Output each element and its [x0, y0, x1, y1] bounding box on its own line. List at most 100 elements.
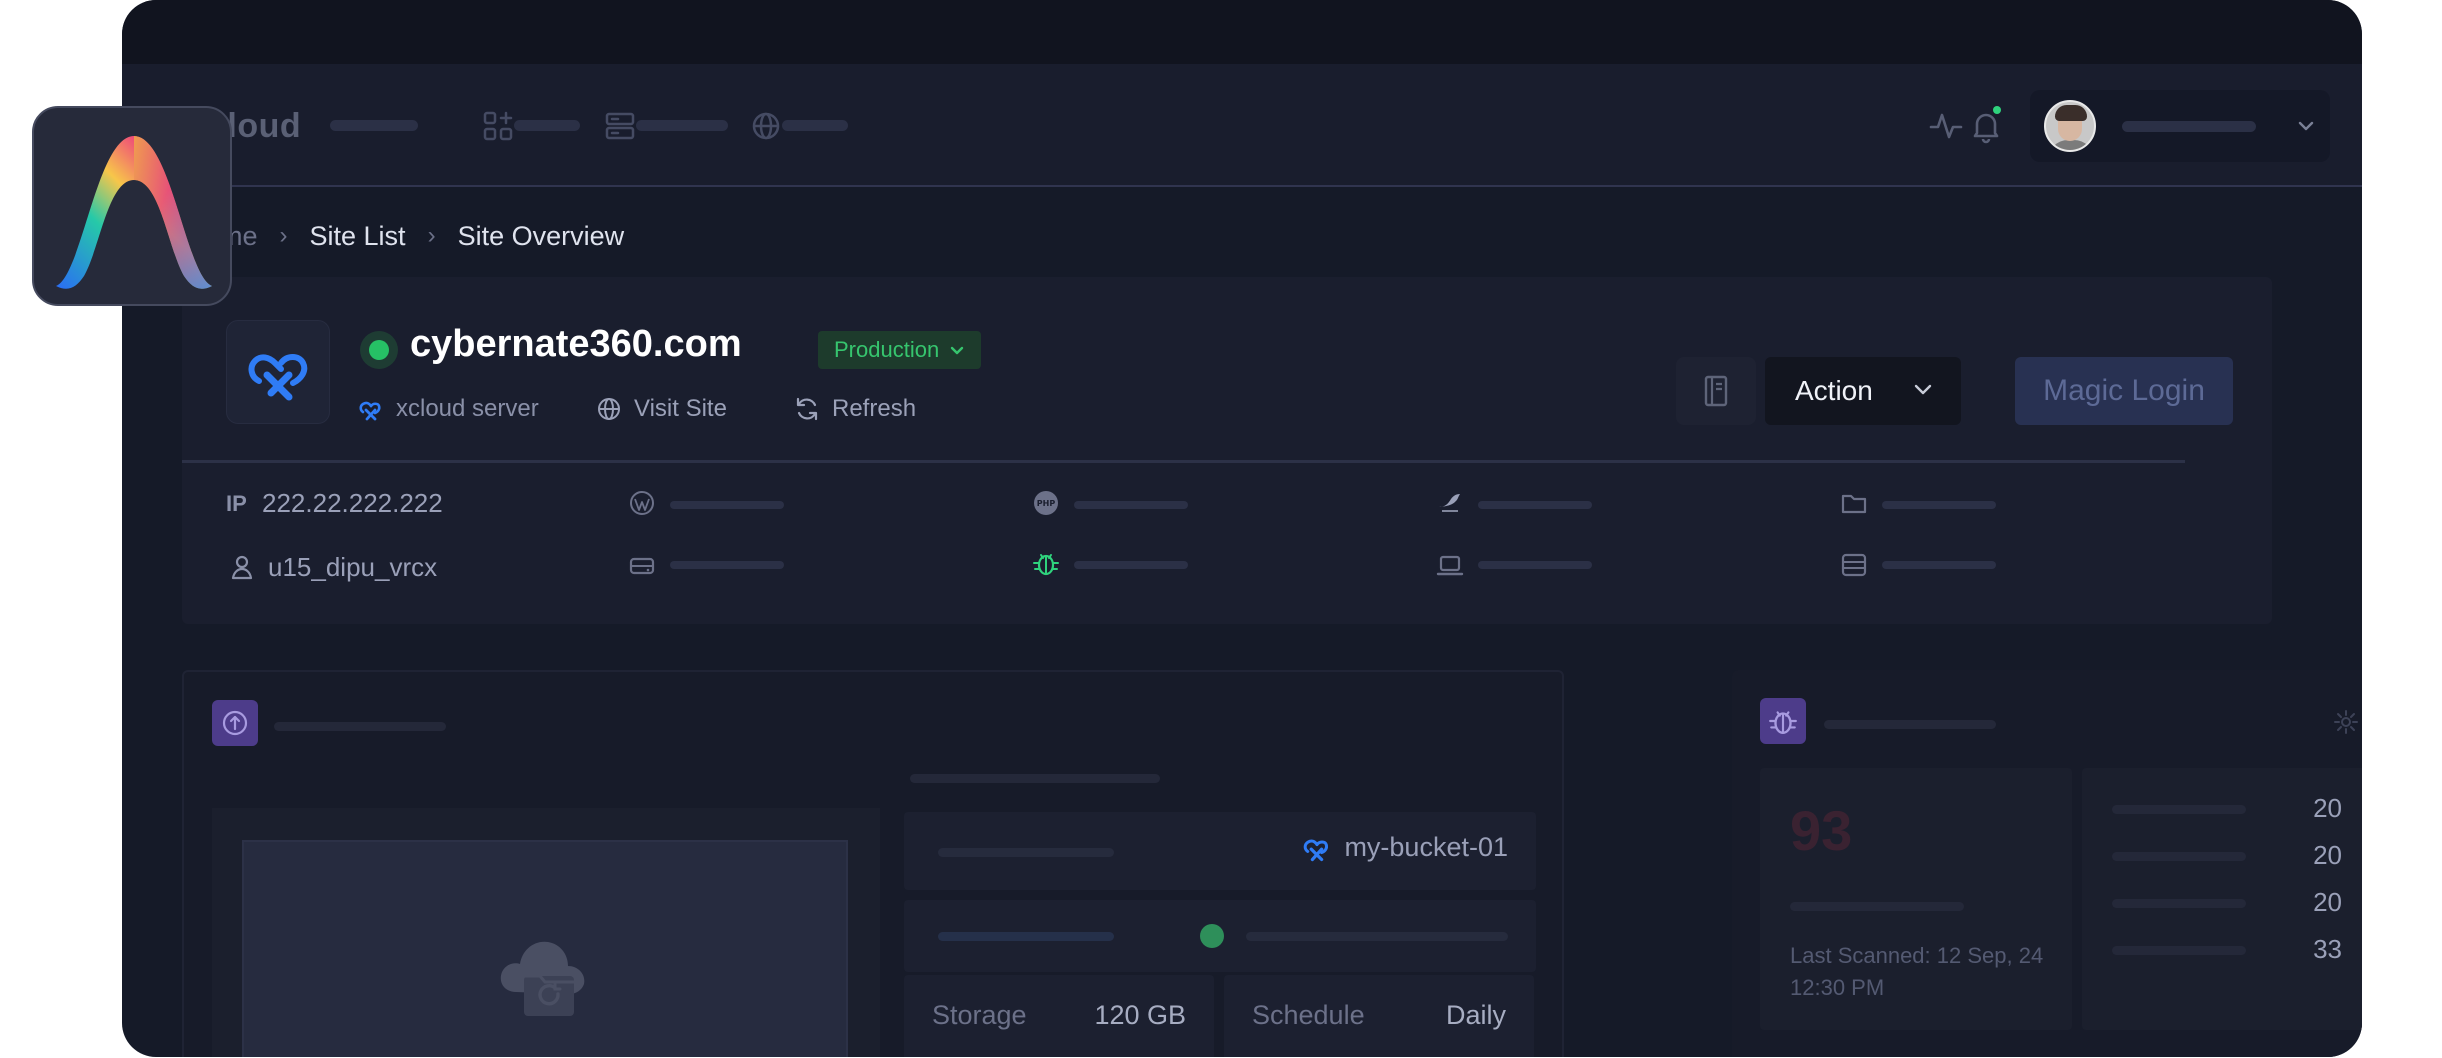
cloud-illustration	[242, 840, 848, 1057]
notification-indicator	[1993, 106, 2001, 114]
bug-icon	[1033, 554, 1059, 576]
backup-status-placeholder	[1246, 932, 1508, 941]
activity-icon[interactable]	[1928, 108, 1964, 144]
refresh-button[interactable]: Refresh	[794, 395, 916, 423]
visit-site-label: Visit Site	[634, 395, 727, 422]
schedule-stat: Schedule Daily	[1224, 975, 1534, 1057]
count-label-placeholder	[2112, 805, 2246, 814]
storage-stat: Storage 120 GB	[904, 975, 1214, 1057]
globe-icon[interactable]	[750, 110, 782, 142]
svg-text:PHP: PHP	[1037, 499, 1056, 508]
breadcrumb: me › Site List › Site Overview	[220, 220, 624, 252]
refresh-icon	[796, 397, 818, 421]
globe-icon	[598, 398, 620, 420]
action-dropdown[interactable]: Action	[1765, 357, 1961, 425]
server-link[interactable]: xcloud server	[358, 395, 539, 423]
folder-icon	[1841, 494, 1867, 514]
nav-item-3-placeholder	[782, 120, 848, 131]
security-card-icon	[1760, 698, 1806, 744]
php-version-placeholder	[1074, 501, 1188, 509]
chevron-down-icon	[2298, 121, 2314, 131]
backup-title-placeholder	[274, 722, 446, 731]
schedule-value: Daily	[1445, 1000, 1506, 1030]
cloud-folder-icon	[500, 941, 585, 1016]
visit-site-link[interactable]: Visit Site	[596, 395, 727, 423]
storage-info-placeholder	[1882, 561, 1996, 569]
window-title-bar	[122, 0, 2362, 64]
schedule-label: Schedule	[1252, 1000, 1365, 1030]
site-username: u15_dipu_vrcx	[268, 552, 438, 582]
top-navigation: cloud	[122, 64, 2362, 187]
backup-progress-placeholder	[938, 932, 1114, 941]
site-logo	[226, 320, 330, 424]
backup-icon	[222, 710, 248, 736]
bucket-row-placeholder	[938, 848, 1114, 857]
user-name-placeholder	[2122, 121, 2256, 132]
site-overview-card: cybernate360.com Production xcloud serve…	[182, 277, 2272, 624]
security-count-value: 33	[2313, 934, 2342, 964]
bucket-label[interactable]: my-bucket-01	[1302, 832, 1508, 863]
server-label: xcloud server	[396, 395, 539, 422]
documents-button[interactable]	[1676, 357, 1756, 425]
ip-address: 222.22.222.222	[262, 488, 443, 518]
status-online-dot	[369, 340, 389, 360]
storage-stack-icon	[1841, 553, 1867, 577]
brand-placeholder-bar	[330, 120, 418, 131]
apps-add-icon[interactable]	[482, 110, 514, 142]
security-card: 93 Last Scanned: 12 Sep, 24 12:30 PM 20 …	[1732, 670, 2362, 1057]
backup-status-row	[904, 900, 1536, 972]
avatar-body	[2048, 140, 2094, 150]
status-indicator	[360, 331, 398, 369]
gear-icon[interactable]	[2332, 708, 2360, 736]
backup-status-dot	[1200, 924, 1224, 948]
mariadb-icon	[1439, 494, 1460, 512]
environment-dropdown[interactable]: Production	[818, 331, 982, 369]
user-menu[interactable]	[2030, 90, 2330, 162]
security-count-row: 20	[2112, 887, 2342, 917]
bug-icon	[1769, 711, 1797, 734]
refresh-label: Refresh	[832, 395, 917, 422]
wordpress-version-placeholder	[670, 501, 784, 509]
ip-prefix: IP	[226, 491, 247, 516]
security-score-label-placeholder	[1790, 902, 1964, 911]
security-title-placeholder	[1824, 720, 1996, 729]
security-counts-panel: 20 20 20 33	[2082, 768, 2362, 1030]
chevron-down-icon	[1914, 384, 1932, 395]
app-window: cloud me › Site List › Site Overview cyb…	[122, 0, 2362, 1057]
xcloud-logo-icon	[248, 354, 308, 401]
count-label-placeholder	[2112, 946, 2246, 955]
backup-subtitle-placeholder	[910, 774, 1160, 783]
security-score-panel: 93 Last Scanned: 12 Sep, 24 12:30 PM	[1760, 768, 2072, 1030]
site-title: cybernate360.com	[410, 323, 742, 365]
security-count-row: 20	[2112, 840, 2342, 870]
section-divider	[182, 460, 2185, 463]
environment-label: Production	[834, 337, 940, 362]
security-count-row: 20	[2112, 793, 2342, 823]
disk-icon	[629, 557, 655, 575]
breadcrumb-current: Site Overview	[457, 220, 625, 251]
security-status-placeholder	[1074, 561, 1188, 569]
storage-label: Storage	[932, 1000, 1027, 1030]
last-scanned-text: Last Scanned: 12 Sep, 24 12:30 PM	[1790, 943, 2044, 1000]
disk-usage-placeholder	[670, 561, 784, 569]
app-icon[interactable]	[32, 106, 232, 306]
count-label-placeholder	[2112, 899, 2246, 908]
magic-login-button[interactable]: Magic Login	[2015, 357, 2233, 425]
security-count-value: 20	[2313, 887, 2342, 917]
database-version-placeholder	[1478, 501, 1592, 509]
php-icon: PHP	[1034, 491, 1058, 515]
breadcrumb-site-list[interactable]: Site List	[310, 221, 406, 252]
server-icon[interactable]	[604, 110, 636, 142]
arc-gradient-logo-icon	[56, 136, 212, 289]
backup-card-icon	[212, 700, 258, 746]
xcloud-bucket-icon	[1304, 839, 1329, 861]
chevron-down-icon	[950, 346, 964, 355]
bucket-name: my-bucket-01	[1344, 832, 1508, 862]
avatar-hair	[2055, 105, 2087, 121]
breadcrumb-chevron-icon: ›	[279, 222, 288, 249]
security-score: 93	[1790, 799, 1853, 862]
user-icon	[231, 555, 253, 580]
document-icon	[1704, 375, 1728, 407]
laptop-icon	[1436, 555, 1464, 576]
avatar[interactable]	[2044, 100, 2096, 152]
